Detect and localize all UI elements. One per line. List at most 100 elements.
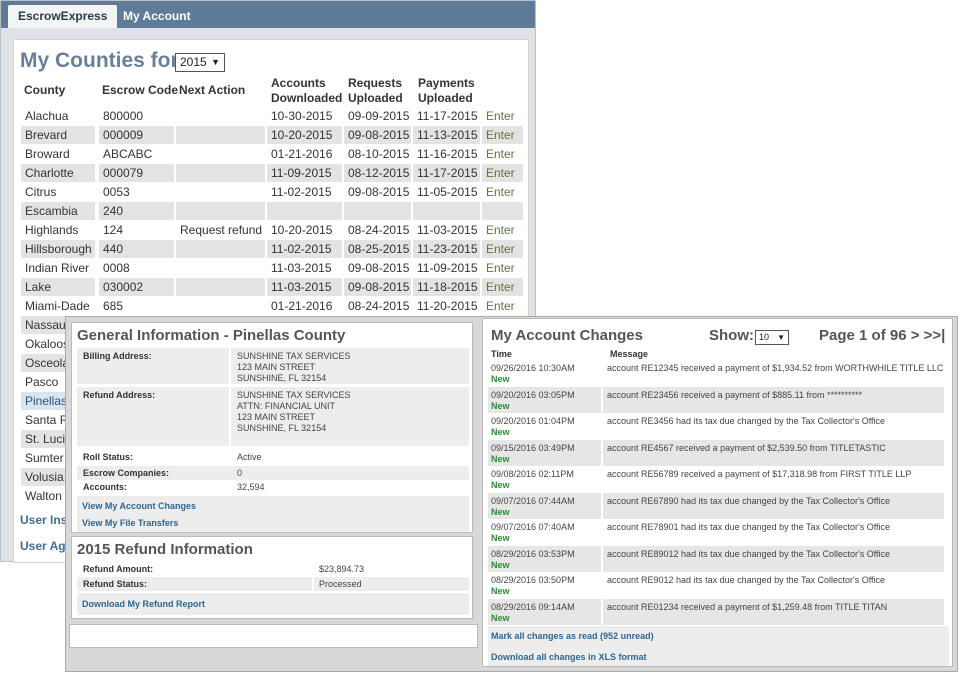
next-action bbox=[176, 259, 265, 277]
show-label: Show: bbox=[709, 327, 754, 344]
change-message: account RE4567 received a payment of $2,… bbox=[603, 439, 944, 466]
page-size-select[interactable]: 10 ▼ bbox=[755, 330, 789, 345]
header-payments-uploaded: Payments Uploaded bbox=[418, 76, 475, 105]
list-item[interactable]: 09/20/2016 03:05PM New account RE23456 rec… bbox=[488, 386, 944, 413]
enter-link[interactable]: Enter bbox=[482, 221, 523, 239]
header-escrow-code: Escrow Code bbox=[102, 83, 179, 97]
next-action: Request refund bbox=[180, 223, 263, 237]
change-timestamp: 08/29/2016 09:14AM bbox=[491, 601, 575, 612]
table-row[interactable]: Charlotte 000079 11-09-2015 08-12-2015 11-17… bbox=[21, 164, 523, 182]
refund-address-value: SUNSHINE TAX SERVICES ATTN: FINANCIAL UN… bbox=[237, 390, 351, 433]
change-time-cell: 09/15/2016 03:49PM New bbox=[488, 439, 601, 466]
user-instructions-link[interactable]: User Inst bbox=[20, 513, 71, 527]
user-agreement-link[interactable]: User Agr bbox=[20, 539, 70, 553]
change-time-cell: 08/29/2016 03:50PM New bbox=[488, 572, 601, 598]
enter-link[interactable]: Enter bbox=[482, 278, 523, 296]
next-action bbox=[176, 107, 265, 125]
accounts-downloaded-date: 11-03-2015 bbox=[271, 261, 332, 275]
table-row[interactable]: Brevard 000009 10-20-2015 09-08-2015 11-13-2… bbox=[21, 126, 523, 144]
requests-uploaded-date: 08-10-2015 bbox=[348, 147, 410, 161]
refund-status-value: Processed bbox=[319, 579, 362, 589]
view-file-transfers-link[interactable]: View My File Transfers bbox=[82, 518, 178, 528]
next-action bbox=[176, 278, 265, 296]
pagination[interactable]: Page 1 of 96 > >>| bbox=[819, 327, 945, 344]
tab-escrowexpress[interactable]: EscrowExpress bbox=[8, 5, 118, 28]
list-item[interactable]: 08/29/2016 03:50PM New account RE9012 had … bbox=[488, 572, 944, 598]
accounts-downloaded-date: 01-21-2016 bbox=[271, 299, 333, 313]
new-badge: New bbox=[491, 559, 510, 570]
list-item[interactable]: 09/08/2016 02:11PM New account RE56789 rec… bbox=[488, 466, 944, 492]
enter-link[interactable]: Enter bbox=[482, 164, 523, 182]
table-row[interactable]: Hillsborough 440 11-02-2015 08-25-2015 11-23… bbox=[21, 240, 523, 258]
header-accounts-downloaded: Accounts Downloaded bbox=[271, 76, 343, 105]
requests-uploaded-date bbox=[344, 202, 411, 220]
table-row[interactable]: Escambia 240 bbox=[21, 202, 523, 220]
change-time-cell: 09/26/2016 10:30AM New bbox=[488, 360, 601, 386]
escrow-code: 0053 bbox=[103, 185, 130, 199]
list-item[interactable]: 09/26/2016 10:30AM New account RE12345 rec… bbox=[488, 360, 944, 386]
change-timestamp: 09/15/2016 03:49PM bbox=[491, 442, 575, 453]
payments-uploaded-date: 11-13-2015 bbox=[413, 126, 480, 144]
table-row[interactable]: Highlands 124 Request refund 10-20-2015 08-2… bbox=[21, 221, 523, 239]
escrow-code: 000079 bbox=[99, 164, 174, 182]
enter-link[interactable]: Enter bbox=[482, 297, 523, 315]
table-row[interactable]: Miami-Dade 685 01-21-2016 08-24-2015 11-20-2… bbox=[21, 297, 523, 315]
payments-uploaded-date bbox=[413, 202, 480, 220]
enter-link[interactable]: Enter bbox=[482, 259, 523, 277]
enter-link[interactable]: Enter bbox=[482, 183, 523, 201]
table-row[interactable]: Citrus 0053 11-02-2015 09-08-2015 11-05-2015… bbox=[21, 183, 523, 201]
enter-link[interactable]: Enter bbox=[482, 145, 523, 163]
list-item[interactable]: 09/20/2016 01:04PM New account RE3456 had … bbox=[488, 413, 944, 439]
header-next-action: Next Action bbox=[179, 83, 246, 97]
change-message: account RE3456 had its tax due changed b… bbox=[607, 416, 886, 426]
header-requests-uploaded: Requests Uploaded bbox=[348, 76, 403, 105]
requests-uploaded-date: 09-09-2015 bbox=[348, 109, 410, 123]
download-xls-link[interactable]: Download all changes in XLS format bbox=[491, 652, 647, 662]
enter-link[interactable]: Enter bbox=[482, 240, 523, 258]
header-county: County bbox=[24, 83, 66, 97]
download-refund-report-link[interactable]: Download My Refund Report bbox=[82, 599, 205, 609]
list-item[interactable]: 09/07/2016 07:40AM New account RE78901 had… bbox=[488, 519, 944, 545]
new-badge: New bbox=[491, 506, 510, 517]
payments-uploaded-date: 11-18-2015 bbox=[413, 278, 480, 296]
billing-address-label: Billing Address: bbox=[83, 351, 152, 361]
table-row[interactable]: Indian River 0008 11-03-2015 09-08-2015 11-0… bbox=[21, 259, 523, 277]
accounts-downloaded-date: 10-20-2015 bbox=[271, 223, 333, 237]
payments-uploaded-date: 11-05-2015 bbox=[417, 185, 478, 199]
roll-status-label: Roll Status: bbox=[83, 452, 134, 462]
list-item[interactable]: 09/07/2016 07:44AM New account RE67890 had… bbox=[488, 492, 944, 519]
mark-all-read-link[interactable]: Mark all changes as read (952 unread) bbox=[491, 631, 654, 641]
next-action bbox=[176, 183, 265, 201]
change-timestamp: 09/07/2016 07:44AM bbox=[491, 495, 575, 506]
escrow-code: 240 bbox=[99, 202, 174, 220]
table-row[interactable]: Alachua 800000 10-30-2015 09-09-2015 11-17-2… bbox=[21, 107, 523, 125]
accounts-value: 32,594 bbox=[237, 482, 265, 492]
county-name: Brevard bbox=[21, 126, 95, 144]
list-item[interactable]: 08/29/2016 03:53PM New account RE89012 had… bbox=[488, 545, 944, 572]
escrow-code: 124 bbox=[103, 223, 124, 237]
county-name: Hillsborough bbox=[21, 240, 95, 258]
changes-links-row: Mark all changes as read (952 unread) Do… bbox=[488, 626, 949, 666]
payments-uploaded-date: 11-23-2015 bbox=[413, 240, 480, 258]
view-account-changes-link[interactable]: View My Account Changes bbox=[82, 501, 196, 511]
requests-uploaded-date: 08-24-2015 bbox=[348, 223, 410, 237]
requests-uploaded-date: 08-25-2015 bbox=[344, 240, 411, 258]
change-message: account RE12345 received a payment of $1… bbox=[607, 363, 944, 373]
change-message: account RE01234 received a payment of $1… bbox=[603, 598, 944, 625]
new-badge: New bbox=[491, 586, 510, 596]
enter-link[interactable]: Enter bbox=[482, 107, 523, 125]
refund-information-title: 2015 Refund Information bbox=[77, 541, 253, 558]
enter-link[interactable]: Enter bbox=[482, 126, 523, 144]
table-row[interactable]: Broward ABCABC 01-21-2016 08-10-2015 11-16-2… bbox=[21, 145, 523, 163]
change-timestamp: 09/08/2016 02:11PM bbox=[491, 469, 574, 479]
tab-my-account[interactable]: My Account bbox=[113, 5, 201, 28]
table-row[interactable]: Lake 030002 11-03-2015 09-08-2015 11-18-2015… bbox=[21, 278, 523, 296]
list-item[interactable]: 09/15/2016 03:49PM New account RE4567 rece… bbox=[488, 439, 944, 466]
requests-uploaded-date: 09-08-2015 bbox=[348, 185, 410, 199]
year-select[interactable]: 2015 ▼ bbox=[175, 53, 225, 72]
general-information-title: General Information - Pinellas County bbox=[77, 327, 346, 344]
general-links-row: View My Account Changes View My File Tra… bbox=[77, 496, 469, 532]
list-item[interactable]: 08/29/2016 09:14AM New account RE01234 rec… bbox=[488, 598, 944, 625]
payments-uploaded-date: 11-20-2015 bbox=[417, 299, 478, 313]
row-divider bbox=[229, 348, 231, 384]
